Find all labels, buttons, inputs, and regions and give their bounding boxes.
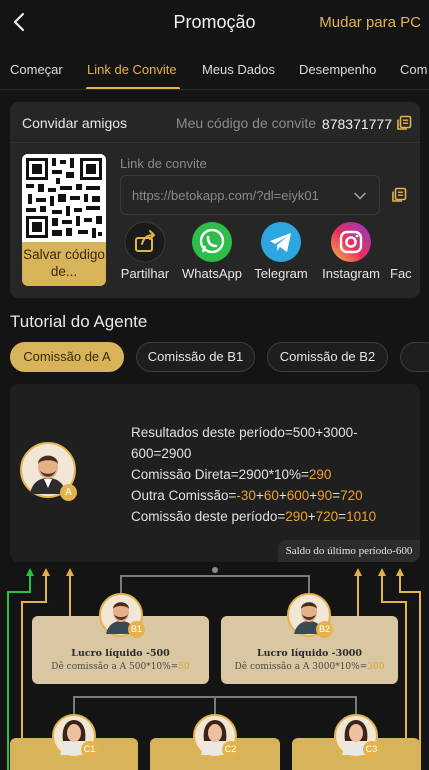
result-line-comissao-periodo: Comissão deste período=290+720=1010 <box>131 509 377 524</box>
result-line-outra-comissao: Outra Comissão=-30+60+600+90=720 <box>131 488 363 503</box>
agent-a-badge: A <box>60 484 77 501</box>
invite-link-field[interactable]: https://betokapp.com/?dl=eiyk01 <box>120 175 380 215</box>
tab-desempenho[interactable]: Desempenho <box>299 62 376 77</box>
c3-badge: C3 <box>363 741 380 758</box>
pill-comissao-b1[interactable]: Comissão de B1 <box>136 342 255 372</box>
whatsapp-icon <box>192 222 232 262</box>
tab-meus-dados[interactable]: Meus Dados <box>202 62 275 77</box>
copy-code-icon[interactable] <box>396 115 412 131</box>
active-tab-indicator <box>86 87 180 89</box>
result-lines: Resultados deste período=500+3000-600=29… <box>131 422 381 527</box>
telegram-icon <box>261 222 301 262</box>
b1-subtitle: Dê comissão a A 500*10%=50 <box>51 662 190 672</box>
share-button-instagram[interactable]: Instagram <box>316 221 386 281</box>
share-label-facebook: Fac <box>390 266 412 281</box>
c2-badge: C2 <box>222 741 239 758</box>
result-line-comissao-direta: Comissão Direta=2900*10%=290 <box>131 467 332 482</box>
b2-title: Lucro líquido -3000 <box>256 648 363 659</box>
tab-link-de-convite[interactable]: Link de Convite <box>87 62 177 77</box>
tab-comecar[interactable]: Começar <box>10 62 63 77</box>
instagram-icon <box>331 222 371 262</box>
qr-code-block[interactable]: Salvar código de... <box>22 154 106 286</box>
b1-badge: B1 <box>128 621 145 638</box>
agent-result-card: A Resultados deste período=500+3000-600=… <box>10 384 420 562</box>
share-button-facebook[interactable]: Fac <box>380 221 420 281</box>
pill-comissao-b2[interactable]: Comissão de B2 <box>267 342 388 372</box>
last-period-balance: Saldo do último período-600 <box>278 540 420 562</box>
copy-link-icon[interactable] <box>391 187 407 203</box>
invite-title: Convidar amigos <box>22 115 128 131</box>
tab-bar: Começar Link de Convite Meus Dados Desem… <box>0 48 429 90</box>
card-divider <box>10 142 420 143</box>
b2-subtitle: Dê comissão a A 3000*10%=300 <box>234 662 385 672</box>
share-icon <box>124 221 166 263</box>
header: Promoção Mudar para PC <box>0 0 429 46</box>
b1-title: Lucro líquido -500 <box>71 648 170 659</box>
tutorial-title: Tutorial do Agente <box>10 312 148 331</box>
c1-badge: C1 <box>81 741 98 758</box>
save-code-button[interactable]: Salvar código de... <box>22 246 106 280</box>
switch-to-pc-link[interactable]: Mudar para PC <box>319 14 421 31</box>
invite-code-value: 878371777 <box>321 116 392 132</box>
pill-comissao-a[interactable]: Comissão de A <box>10 342 124 372</box>
invite-card: Convidar amigos Meu código de convite 87… <box>10 102 420 298</box>
invite-link-label: Link de convite <box>120 156 207 171</box>
invite-link-value: https://betokapp.com/?dl=eiyk01 <box>132 188 319 203</box>
result-line-periodo: Resultados deste período=500+3000-600=29… <box>131 425 358 461</box>
chevron-down-icon[interactable] <box>353 189 367 203</box>
pill-more[interactable] <box>400 342 429 372</box>
invite-code-label: Meu código de convite <box>175 115 316 131</box>
tab-more[interactable]: Com <box>400 62 427 77</box>
b2-badge: B2 <box>316 621 333 638</box>
qr-code-image <box>22 154 106 242</box>
